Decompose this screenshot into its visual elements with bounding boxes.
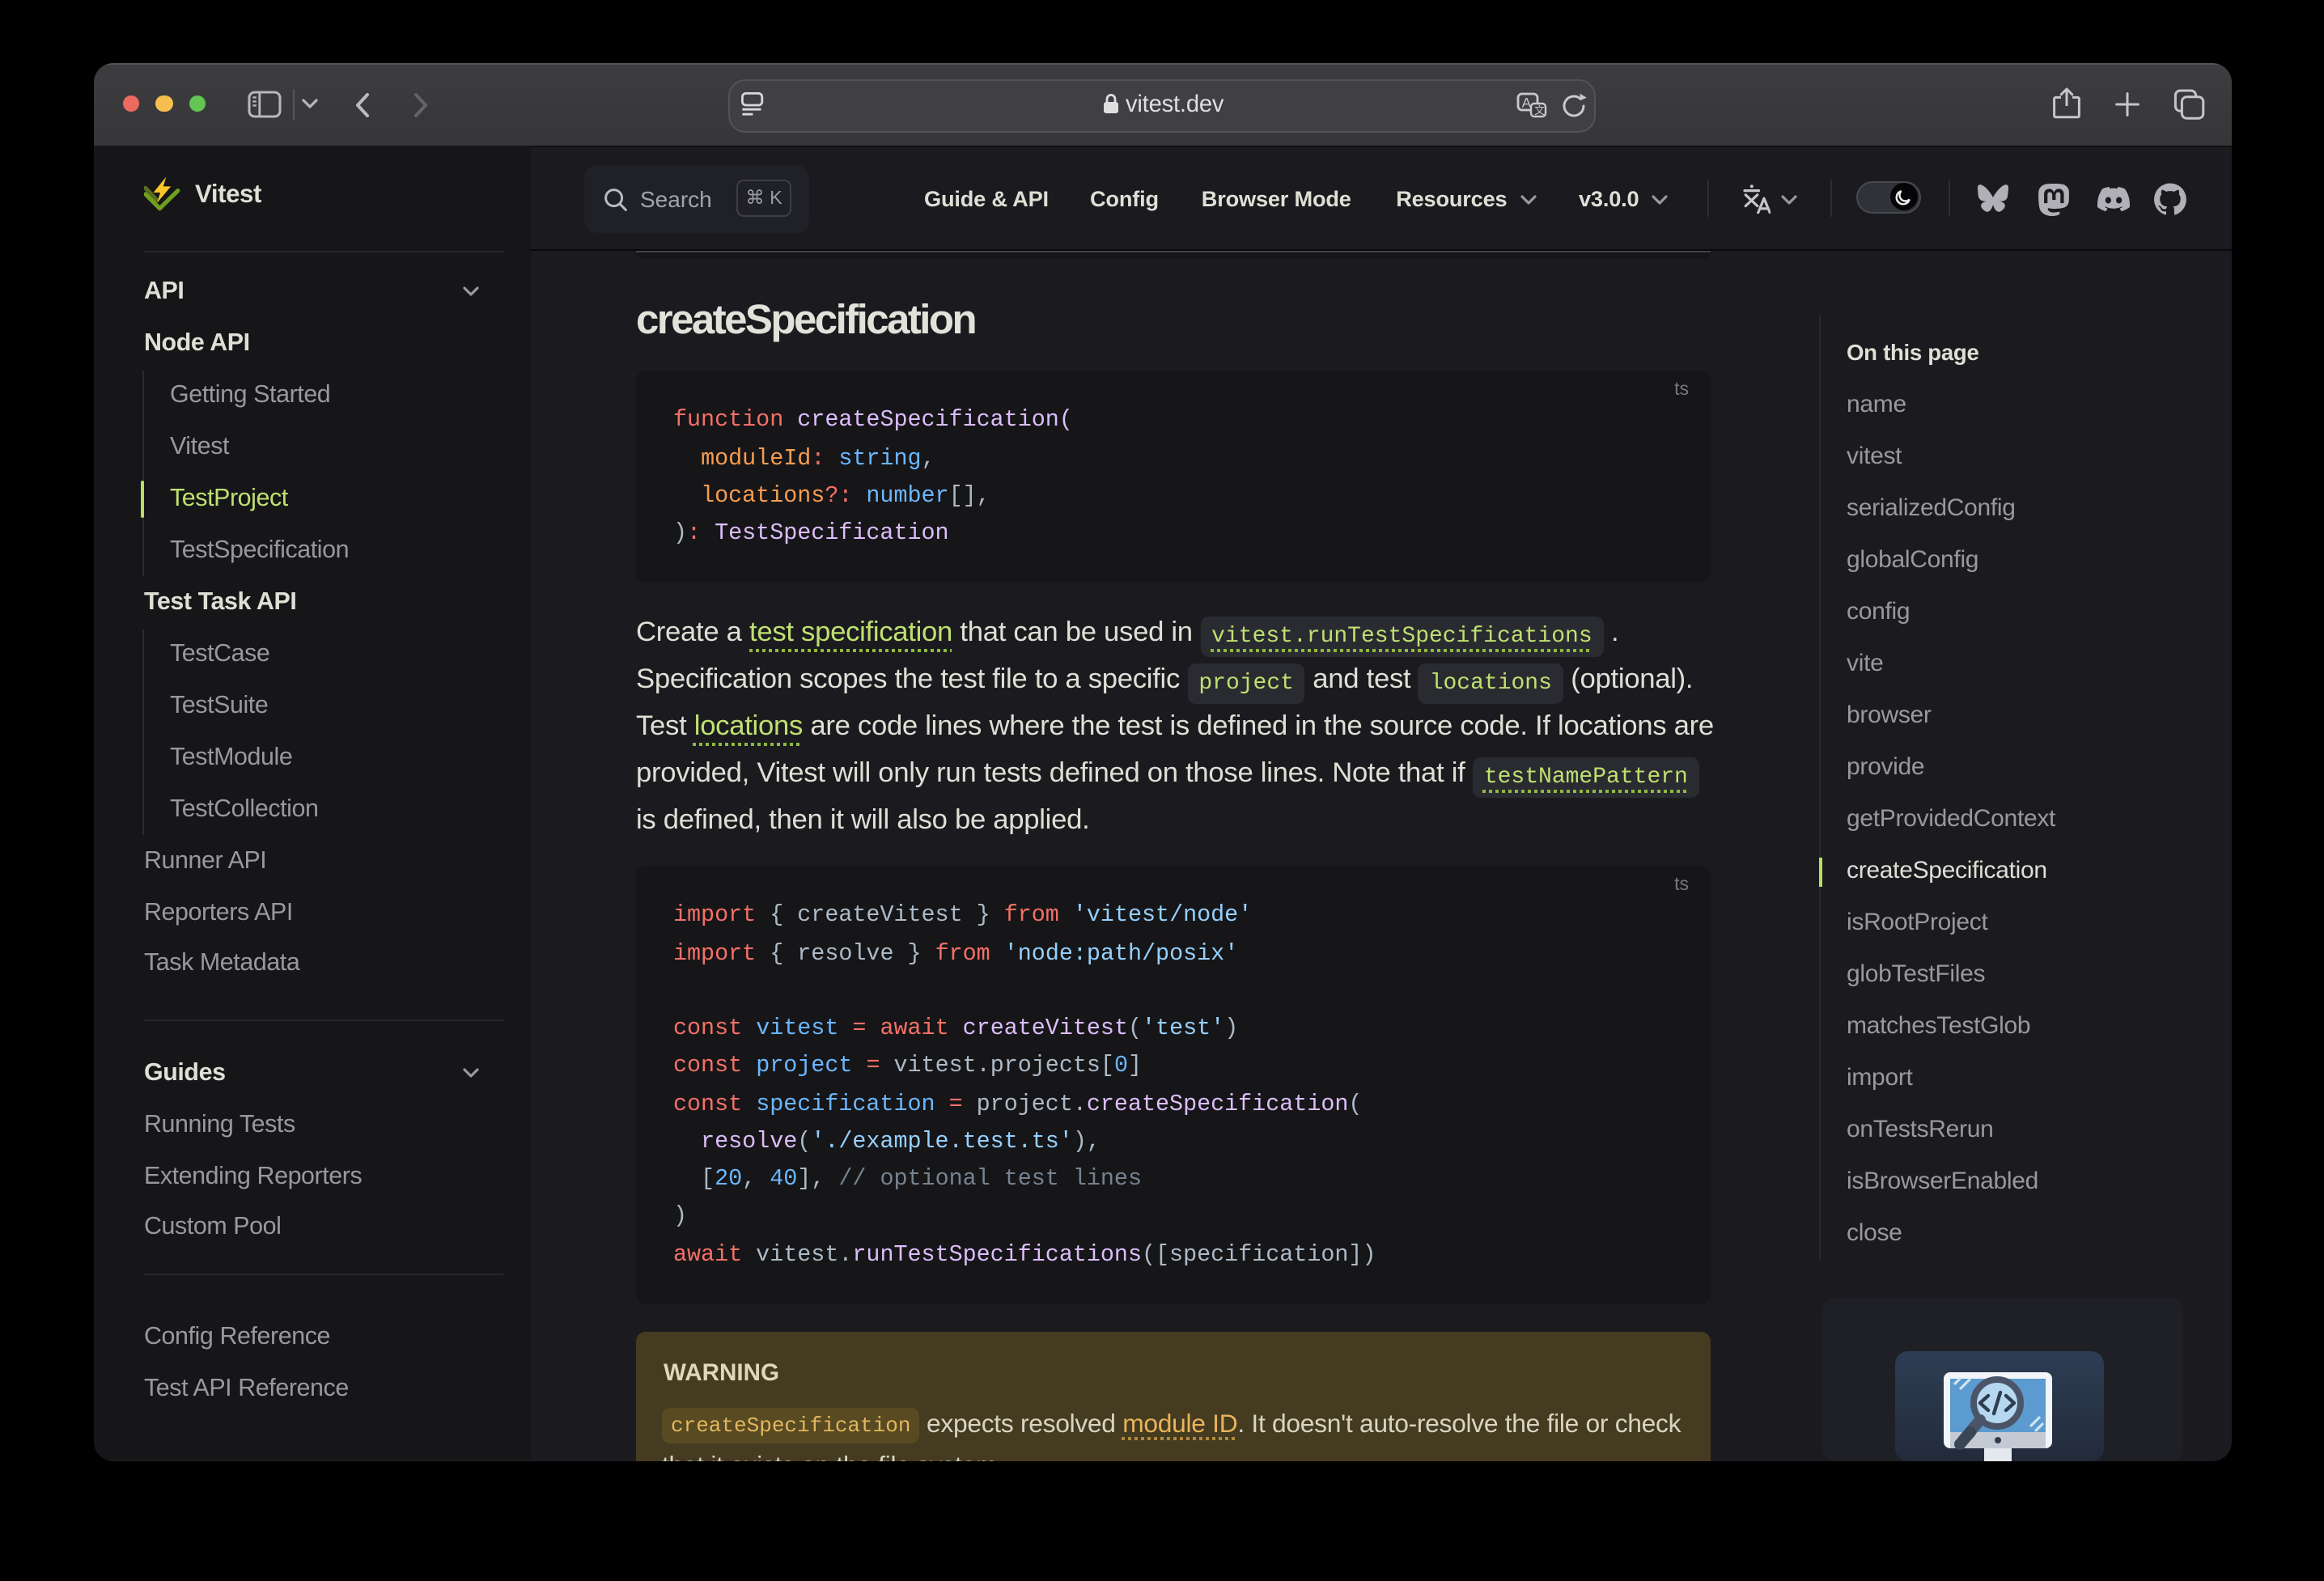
svg-text:文: 文 [1533,104,1544,117]
